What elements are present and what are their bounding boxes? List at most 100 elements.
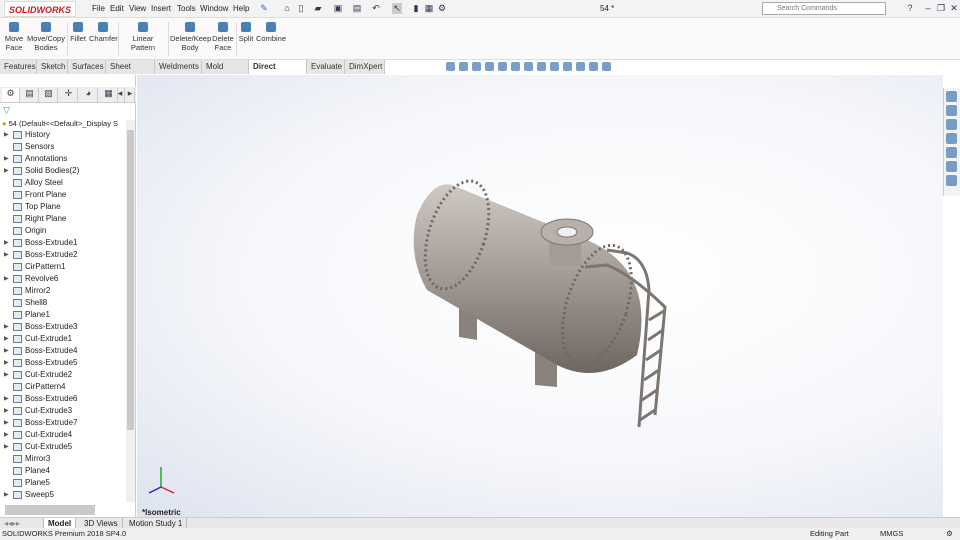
view-settings-icon[interactable] — [576, 62, 585, 71]
tree-horizontal-scroll-thumb[interactable] — [5, 505, 95, 515]
solidworks-forum-icon[interactable] — [946, 175, 957, 186]
tab-surfaces[interactable]: Surfaces — [68, 60, 106, 74]
rebuild-status-icon[interactable]: ⚙ — [946, 528, 953, 540]
tree-scroll-thumb[interactable] — [127, 130, 134, 430]
tree-item[interactable]: ▶ Boss-Extrude3 — [0, 321, 126, 333]
expand-arrow-icon[interactable]: ▶ — [4, 393, 9, 405]
expand-arrow-icon[interactable]: ▶ — [4, 345, 9, 357]
tree-item[interactable]: Plane4 — [0, 465, 126, 477]
tab-sheet-metal[interactable]: Sheet Metal — [106, 60, 155, 85]
home-icon[interactable]: ⌂ — [282, 3, 292, 14]
expand-arrow-icon[interactable]: ▶ — [4, 405, 9, 417]
filter-icon[interactable]: ▽ — [3, 105, 10, 116]
tree-item[interactable]: ▶ Cut-Extrude2 — [0, 369, 126, 381]
print-icon[interactable]: ▤ — [352, 3, 362, 14]
tab-dimxpert[interactable]: DimXpert — [345, 60, 385, 74]
home-icon[interactable] — [946, 91, 957, 102]
dimxpert-manager-tab-icon[interactable]: ✛ — [60, 88, 78, 102]
graphics-area[interactable] — [137, 75, 943, 517]
display-style-icon[interactable] — [524, 62, 533, 71]
menu-edit[interactable]: Edit — [110, 4, 124, 13]
zoom-to-fit-icon[interactable] — [446, 62, 455, 71]
tree-item[interactable]: ▶ Cut-Extrude4 — [0, 429, 126, 441]
menu-insert[interactable]: Insert — [151, 4, 171, 13]
split-button[interactable]: Split — [238, 22, 254, 43]
tree-item[interactable]: ▶ Boss-Extrude4 — [0, 345, 126, 357]
expand-arrow-icon[interactable]: ▶ — [4, 249, 9, 261]
search-commands-input[interactable]: Search Commands — [762, 2, 886, 15]
solidworks-logo[interactable]: SOLIDWORKS — [4, 1, 76, 17]
save-icon[interactable]: ▣ — [333, 3, 343, 14]
expand-arrow-icon[interactable]: ▶ — [4, 369, 9, 381]
display-manager-tab-icon[interactable]: ◕ — [80, 88, 98, 102]
tree-item[interactable]: Alloy Steel — [0, 177, 126, 189]
linear-pattern-button[interactable]: Linear Pattern — [120, 22, 166, 52]
scroll-right-icon[interactable]: ▸ — [126, 88, 135, 102]
expand-arrow-icon[interactable]: ▶ — [4, 441, 9, 453]
units-selector[interactable]: MMGS — [880, 528, 903, 540]
move-copy-bodies-button[interactable]: Move/Copy Bodies — [27, 22, 65, 52]
new-document-icon[interactable]: ▯ — [296, 3, 306, 14]
expand-arrow-icon[interactable]: ▶ — [4, 333, 9, 345]
tree-item[interactable]: Top Plane — [0, 201, 126, 213]
tree-item[interactable]: Plane1 — [0, 309, 126, 321]
expand-arrow-icon[interactable]: ▶ — [4, 129, 9, 141]
tree-item[interactable]: Shell8 — [0, 297, 126, 309]
tab-weldments[interactable]: Weldments — [155, 60, 202, 74]
delete-keep-body-button[interactable]: Delete/Keep Body — [170, 22, 211, 52]
file-explorer-icon[interactable] — [946, 133, 957, 144]
tree-item[interactable]: ▶ Cut-Extrude1 — [0, 333, 126, 345]
fillet-button[interactable]: Fillet — [69, 22, 87, 43]
close-icon[interactable]: ✕ — [949, 3, 959, 14]
tree-item[interactable]: Mirror3 — [0, 453, 126, 465]
tab-mold-tools[interactable]: Mold Tools — [202, 60, 249, 85]
tree-item[interactable]: ▶ Solid Bodies(2) — [0, 165, 126, 177]
hide-show-icon[interactable] — [537, 62, 546, 71]
chamfer-button[interactable]: Chamfer — [89, 22, 118, 43]
tree-item[interactable]: Right Plane — [0, 213, 126, 225]
expand-arrow-icon[interactable]: ▶ — [4, 429, 9, 441]
open-icon[interactable]: ▰ — [313, 3, 323, 14]
restore-icon[interactable]: ❐ — [936, 3, 946, 14]
tree-item[interactable]: ▶ Boss-Extrude6 — [0, 393, 126, 405]
dynamic-annotation-icon[interactable] — [498, 62, 507, 71]
custom-properties-icon[interactable] — [946, 161, 957, 172]
tree-item[interactable]: ▶ Sweep5 — [0, 489, 126, 501]
expand-arrow-icon[interactable]: ▶ — [4, 165, 9, 177]
scroll-left-icon[interactable]: ◂ — [116, 88, 125, 102]
tree-item[interactable]: ▶ Boss-Extrude5 — [0, 357, 126, 369]
move-face-button[interactable]: Move Face — [4, 22, 24, 52]
previous-view-icon[interactable] — [472, 62, 481, 71]
tree-item[interactable]: Origin — [0, 225, 126, 237]
apply-scene-icon[interactable] — [563, 62, 572, 71]
expand-arrow-icon[interactable]: ▶ — [4, 417, 9, 429]
edit-appearance-icon[interactable] — [550, 62, 559, 71]
undo-icon[interactable]: ↶ — [371, 3, 381, 14]
tree-root-part[interactable]: ● 54 (Default<<Default>_Display S — [2, 119, 118, 128]
tab-sketch[interactable]: Sketch — [37, 60, 68, 74]
file-properties-icon[interactable]: ▦ — [424, 3, 434, 14]
delete-face-button[interactable]: Delete Face — [212, 22, 234, 52]
tree-item[interactable]: Sensors — [0, 141, 126, 153]
tank-model[interactable] — [137, 75, 943, 517]
expand-arrow-icon[interactable]: ▶ — [4, 237, 9, 249]
tree-item[interactable]: ▶ Revolve6 — [0, 273, 126, 285]
tree-item[interactable]: ▶ Boss-Extrude7 — [0, 417, 126, 429]
tree-item[interactable]: ▶ Annotations — [0, 153, 126, 165]
tree-item[interactable]: ▶ History — [0, 129, 126, 141]
pin-icon[interactable]: ✎ — [259, 3, 269, 14]
display-pane-icon[interactable] — [589, 62, 598, 71]
expand-arrow-icon[interactable]: ▶ — [4, 357, 9, 369]
tab-features[interactable]: Features — [0, 60, 37, 74]
tree-item[interactable]: CirPattern1 — [0, 261, 126, 273]
expand-arrow-icon[interactable]: ▶ — [4, 489, 9, 501]
expand-arrow-icon[interactable]: ▶ — [4, 153, 9, 165]
menu-view[interactable]: View — [129, 4, 146, 13]
triad-icon[interactable] — [602, 62, 611, 71]
zoom-area-icon[interactable] — [459, 62, 468, 71]
rebuild-icon[interactable]: ▮ — [411, 3, 421, 14]
tree-item[interactable]: Mirror2 — [0, 285, 126, 297]
tree-item[interactable]: ▶ Cut-Extrude3 — [0, 405, 126, 417]
options-icon[interactable]: ⚙ — [437, 3, 447, 14]
menu-tools[interactable]: Tools — [177, 4, 196, 13]
